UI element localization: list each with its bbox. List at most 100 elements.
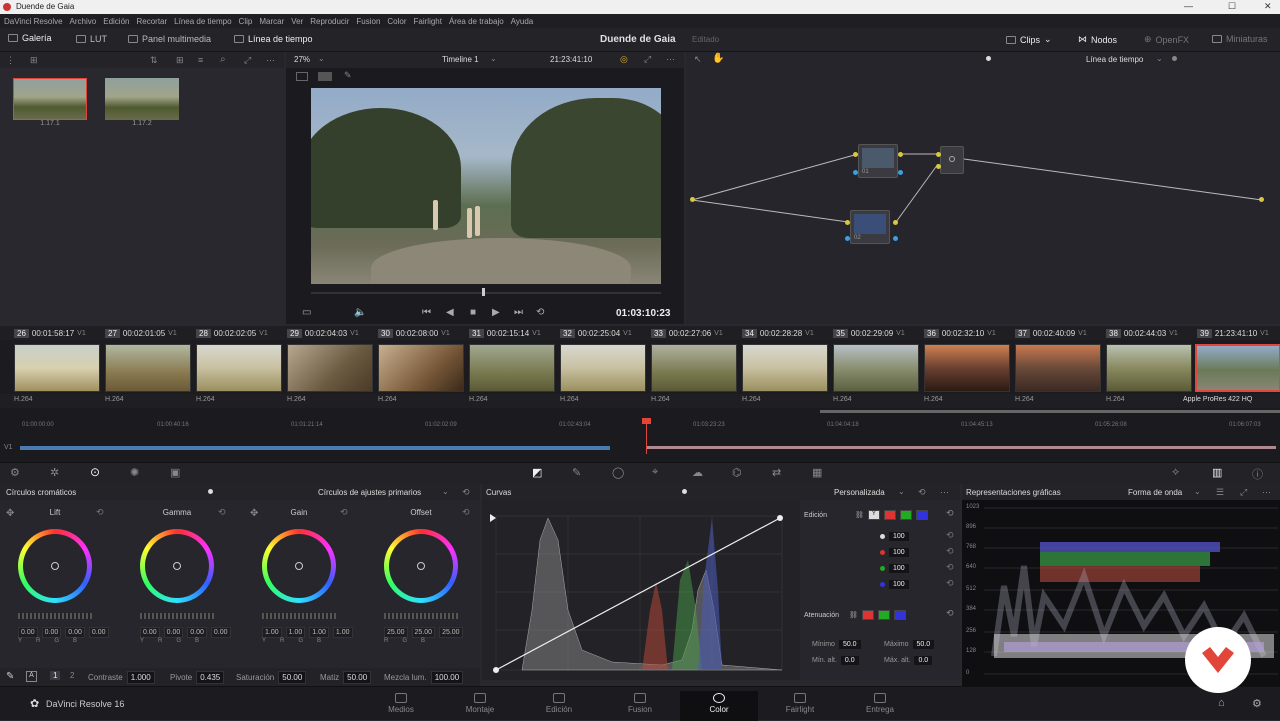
reset-icon[interactable]: ⟲ [462, 487, 470, 498]
skip-first-icon[interactable]: ⏮ [422, 307, 431, 318]
info-icon[interactable]: ⓘ [1252, 466, 1263, 482]
corrector-node-1[interactable]: 01 [858, 144, 898, 178]
split-screen-icon[interactable] [318, 72, 332, 81]
reset-icon[interactable]: ⟲ [946, 530, 954, 541]
gallery-button[interactable]: Galería [8, 33, 52, 43]
gear-icon[interactable]: ⚙ [1252, 697, 1262, 710]
clip-thumbnail[interactable] [924, 344, 1010, 392]
menu-item[interactable]: Ver [291, 17, 303, 26]
media-pool-button[interactable]: Panel multimedia [128, 34, 211, 44]
page-1-button[interactable]: 1 [50, 671, 61, 680]
key-icon[interactable]: ⌬ [732, 466, 742, 479]
menu-item[interactable]: Reproducir [310, 17, 349, 26]
menu-item[interactable]: Línea de tiempo [174, 17, 231, 26]
scopes-icon[interactable]: ▥ [1212, 466, 1222, 479]
reset-icon[interactable]: ⟲ [462, 507, 470, 518]
playhead-handle[interactable] [642, 418, 651, 424]
offset-master-dial[interactable] [384, 613, 458, 619]
clip-thumbnail[interactable] [1015, 344, 1101, 392]
openfx-button[interactable]: ⊕ OpenFX [1144, 34, 1189, 45]
node-output-dot[interactable] [1259, 197, 1264, 202]
gamma-master-dial[interactable] [140, 613, 214, 619]
clip-thumbnail[interactable] [287, 344, 373, 392]
timeline-button[interactable]: Línea de tiempo [234, 34, 313, 44]
audio-icon[interactable]: 🔈 [354, 307, 366, 318]
highlight-icon[interactable]: ✎ [344, 70, 352, 81]
lut-button[interactable]: LUT [76, 34, 107, 44]
blue-channel-button[interactable] [893, 610, 906, 620]
reset-icon[interactable]: ⟲ [946, 546, 954, 557]
motion-effects-icon[interactable]: ▣ [170, 466, 180, 479]
play-icon[interactable]: ▶ [492, 307, 500, 318]
sync-icon[interactable]: ◎ [620, 54, 628, 65]
auto-balance-icon[interactable]: ✎ [6, 671, 14, 682]
color-match-icon[interactable]: ✲ [50, 466, 59, 479]
timeline-select[interactable]: Timeline 1 [442, 55, 479, 64]
3d-icon[interactable]: ▦ [812, 466, 822, 479]
expand-icon[interactable]: ⤢ [244, 55, 251, 66]
menu-item[interactable]: DaVinci Resolve [4, 17, 63, 26]
clip-thumbnail[interactable] [105, 344, 191, 392]
sort-icon[interactable]: ⇅ [150, 55, 158, 66]
camera-raw-icon[interactable]: ⚙ [10, 466, 20, 479]
blur-icon[interactable]: ☁ [692, 466, 703, 479]
page-edit[interactable]: Edición [520, 691, 598, 721]
more-options-icon[interactable]: ⋯ [666, 54, 675, 65]
gallery-still[interactable]: 1.17.2 [105, 78, 179, 127]
menu-item[interactable]: Recortar [136, 17, 167, 26]
expand-icon[interactable]: ⤢ [1240, 487, 1247, 498]
green-channel-button[interactable] [877, 610, 890, 620]
reset-icon[interactable]: ⟲ [946, 578, 954, 589]
clip-thumbnail-selected[interactable] [1195, 344, 1280, 392]
grid-view-icon[interactable]: ⊞ [176, 55, 184, 66]
clip-thumbnail[interactable] [560, 344, 646, 392]
reverse-icon[interactable]: ◀ [446, 307, 454, 318]
search-icon[interactable]: ⌕ [220, 54, 226, 65]
scope-settings-icon[interactable]: ☰ [1216, 487, 1224, 498]
page-2-button[interactable]: 2 [70, 671, 74, 680]
auto-icon[interactable]: A [26, 671, 37, 682]
clip-thumbnail[interactable] [196, 344, 282, 392]
reset-icon[interactable]: ⟲ [218, 507, 226, 518]
curves-icon[interactable]: ◩ [532, 466, 542, 479]
thumbnails-button[interactable]: Miniaturas [1212, 34, 1268, 44]
menu-item[interactable]: Archivo [70, 17, 97, 26]
scope-type-select[interactable]: Forma de onda [1128, 488, 1182, 497]
more-options-icon[interactable]: ⋯ [1262, 487, 1271, 498]
page-media[interactable]: Medios [362, 691, 440, 721]
maximize-icon[interactable]: ☐ [1228, 1, 1236, 12]
reset-icon[interactable]: ⟲ [946, 608, 954, 619]
color-wheels-icon[interactable]: ⊙ [90, 465, 100, 479]
wheels-mode-select[interactable]: Círculos de ajustes primarios [318, 488, 421, 497]
red-channel-button[interactable] [861, 610, 874, 620]
reset-icon[interactable]: ⟲ [340, 507, 348, 518]
curves-mode-select[interactable]: Personalizada [834, 488, 885, 497]
sizing-icon[interactable]: ⇄ [772, 466, 781, 479]
menu-item[interactable]: Clip [239, 17, 253, 26]
qualifier-icon[interactable]: ✎ [572, 466, 581, 479]
skip-last-icon[interactable]: ⏭ [514, 307, 523, 318]
lift-master-dial[interactable] [18, 613, 92, 619]
reset-icon[interactable]: ⟲ [946, 508, 954, 519]
picker-icon[interactable]: ✥ [6, 508, 14, 519]
menu-item[interactable]: Fairlight [414, 17, 442, 26]
nodes-button[interactable]: ⋈ Nodos [1078, 34, 1117, 45]
page-fairlight[interactable]: Fairlight [761, 691, 839, 721]
page-fusion[interactable]: Fusion [601, 691, 679, 721]
clip-thumbnail[interactable] [651, 344, 737, 392]
minimize-icon[interactable]: — [1184, 1, 1193, 11]
menu-item[interactable]: Área de trabajo [449, 17, 504, 26]
gain-wheel[interactable] [262, 529, 336, 603]
menu-item[interactable]: Edición [103, 17, 129, 26]
timeline-scrollbar[interactable] [820, 410, 1280, 413]
link-icon[interactable]: ⛓ [849, 611, 858, 619]
reset-icon[interactable]: ⟲ [918, 487, 926, 498]
stop-icon[interactable]: ■ [470, 307, 476, 318]
loop-icon[interactable]: ⟲ [536, 307, 544, 318]
picker-icon[interactable]: ✥ [250, 508, 258, 519]
page-cut[interactable]: Montaje [441, 691, 519, 721]
blue-channel-button[interactable] [915, 510, 928, 520]
scrubber-handle[interactable] [482, 288, 485, 296]
home-icon[interactable]: ⌂ [1218, 697, 1225, 709]
lift-wheel[interactable] [18, 529, 92, 603]
